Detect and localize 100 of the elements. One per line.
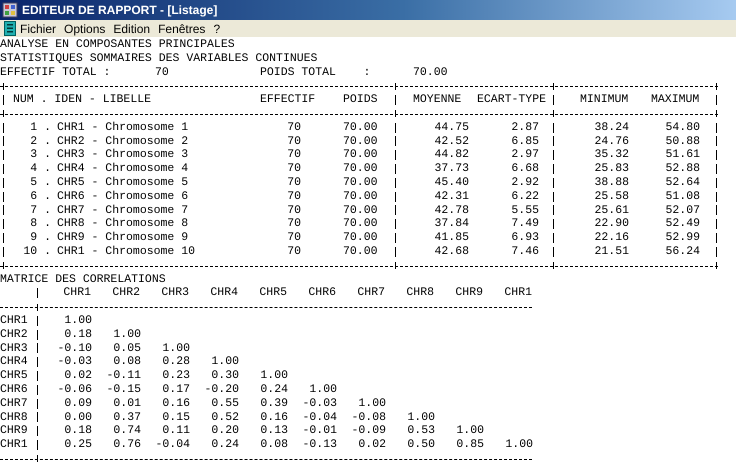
table-cell-text: -0.10 — [56, 342, 92, 356]
variable-label: CHR6 - Chromosome 6 — [56, 190, 190, 204]
table-cell-text: 25.83 — [593, 162, 630, 176]
table-cell-text: -0.03 — [301, 396, 337, 411]
table-cell-text: 0.55 — [210, 396, 239, 411]
variable-label: CHR1 - Chromosome 1 — [56, 120, 190, 135]
column-header: CHR3 — [160, 286, 190, 300]
table-cell-text: 1.00 — [112, 328, 141, 342]
table-cell-text: 0.28 — [161, 355, 190, 370]
table-cell-text: 1.00 — [259, 369, 288, 383]
row-header: CHR9 — [0, 424, 29, 438]
variable-label: CHR1 - Chromosome 10 — [56, 244, 196, 259]
table-cell-text: 22.16 — [593, 231, 630, 245]
table-cell-text: 0.00 — [63, 410, 92, 424]
table-cell-text: 38.24 — [593, 120, 630, 135]
table-cell-text: 21.51 — [593, 244, 630, 259]
table-cell-text: 52.88 — [664, 162, 701, 176]
table-cell-text: -0.13 — [301, 438, 337, 452]
column-header: MINIMUM — [579, 93, 630, 107]
table-cell-text: 0.18 — [63, 328, 92, 342]
table-cell-text: 70 — [286, 244, 302, 259]
menu-item[interactable]: Fenêtres — [154, 22, 210, 36]
table-cell-text: 38.88 — [593, 176, 630, 190]
variable-label: CHR8 - Chromosome 8 — [56, 217, 190, 232]
table-cell-text: 2.97 — [510, 148, 540, 162]
document-icon[interactable] — [4, 21, 16, 36]
table-cell-text: 0.74 — [112, 424, 141, 438]
row-number: 10 . — [22, 244, 51, 259]
table-cell-text: 0.24 — [210, 438, 239, 452]
table-cell-text: 52.49 — [664, 217, 701, 232]
variable-label: CHR9 - Chromosome 9 — [56, 231, 190, 245]
table-cell-text: -0.15 — [105, 382, 141, 397]
row-header: CHR1 — [0, 314, 29, 328]
report-heading: ANALYSE EN COMPOSANTES PRINCIPALES — [0, 38, 235, 52]
table-cell-text: 70.00 — [342, 162, 379, 176]
table-cell-text: -0.08 — [350, 410, 386, 424]
column-header: CHR1 — [503, 286, 533, 300]
variable-label: CHR4 - Chromosome 4 — [56, 162, 190, 176]
table-cell-text: 0.37 — [112, 410, 141, 424]
table-cell-text: 50.88 — [664, 134, 701, 148]
row-header: CHR4 — [0, 355, 29, 370]
table-cell-text: 0.17 — [161, 382, 190, 397]
table-cell-text: 0.39 — [259, 396, 288, 411]
menu-item[interactable]: Options — [60, 22, 110, 36]
table-cell-text: 0.20 — [210, 424, 239, 438]
menu-item[interactable]: ? — [209, 22, 224, 36]
table-cell-text: 70.00 — [342, 217, 379, 232]
table-cell-text: 1.00 — [210, 355, 239, 370]
table-cell-text: 52.07 — [664, 204, 701, 218]
column-header: CHR5 — [258, 286, 288, 300]
table-cell-text: -0.03 — [56, 355, 92, 370]
table-cell-text: 0.23 — [161, 369, 190, 383]
table-cell-text: 0.24 — [259, 382, 288, 397]
column-header: CHR7 — [356, 286, 386, 300]
table-cell-text: 44.82 — [433, 148, 470, 162]
column-header: MAXIMUM — [650, 93, 700, 107]
table-cell-text: 2.92 — [510, 176, 540, 190]
column-header: EFFECTIF — [259, 93, 316, 107]
table-cell-text: 6.85 — [510, 134, 540, 148]
table-cell-text: 0.76 — [112, 438, 141, 452]
table-cell-text: 0.53 — [406, 424, 435, 438]
row-number: 1 . — [29, 120, 51, 135]
table-cell-text: 0.13 — [259, 424, 288, 438]
column-header: CHR1 — [62, 286, 92, 300]
table-cell-text: 42.78 — [433, 204, 470, 218]
row-header: CHR3 — [0, 342, 29, 356]
table-cell-text: 0.25 — [63, 438, 92, 452]
column-header: CHR4 — [209, 286, 239, 300]
table-cell-text: 6.68 — [510, 162, 540, 176]
row-header: CHR6 — [0, 382, 29, 397]
table-cell-text: 70.00 — [342, 134, 379, 148]
table-cell-text: 1.00 — [406, 410, 435, 424]
table-cell-text: 42.68 — [433, 244, 470, 259]
column-header: CHR6 — [307, 286, 337, 300]
row-number: 7 . — [29, 204, 51, 218]
table-cell-text: 51.61 — [664, 148, 701, 162]
column-header: POIDS — [342, 93, 379, 107]
table-cell-text: 25.61 — [593, 204, 630, 218]
table-cell-text: 0.30 — [210, 369, 239, 383]
row-number: 2 . — [29, 134, 51, 148]
row-number: 5 . — [29, 176, 51, 190]
total-value: 70 — [155, 66, 169, 79]
column-header: ECART-TYPE — [476, 93, 548, 107]
table-cell-text: 1.00 — [455, 424, 484, 438]
table-cell-text: 7.46 — [510, 244, 540, 259]
table-cell-text: 52.99 — [664, 231, 701, 245]
column-header: CHR9 — [454, 286, 484, 300]
table-cell-text: 0.02 — [63, 369, 92, 383]
table-cell-text: 7.49 — [510, 217, 540, 232]
table-cell-text: 70.00 — [342, 148, 379, 162]
table-cell-text: 0.52 — [210, 410, 239, 424]
row-number: 4 . — [29, 162, 51, 176]
row-header: CHR8 — [0, 410, 29, 424]
table-cell-text: 70 — [286, 148, 302, 162]
menu-item[interactable]: Edition — [109, 22, 154, 36]
app-icon — [2, 2, 18, 18]
report-heading: STATISTIQUES SOMMAIRES DES VARIABLES CONTINUES — [0, 52, 318, 66]
table-cell-text: 70 — [286, 134, 302, 148]
menu-item[interactable]: Fichier — [16, 22, 60, 36]
table-cell-text: 70.00 — [342, 176, 379, 190]
